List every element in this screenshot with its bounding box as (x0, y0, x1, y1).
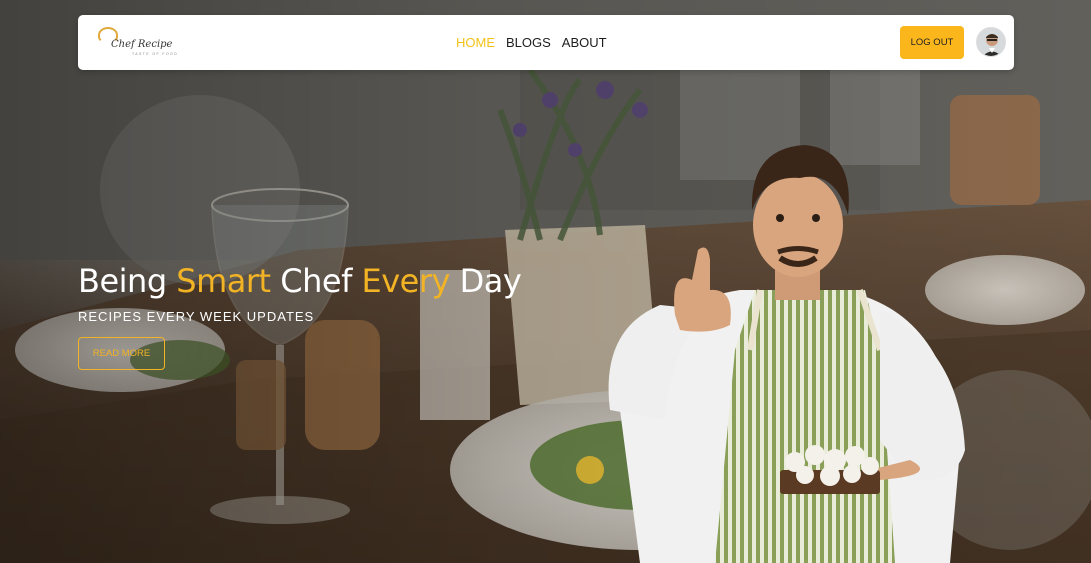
read-more-button[interactable]: READ MORE (78, 337, 165, 370)
brand-logo[interactable]: Chef Recipe TASTE OF FOOD (98, 25, 178, 59)
headline-highlight-word: Smart (176, 262, 271, 300)
nav-link-home[interactable]: HOME (456, 35, 495, 50)
headline-highlight-word: Every (361, 262, 451, 300)
headline-word: Chef (280, 262, 352, 300)
logout-button[interactable]: LOG OUT (900, 26, 964, 59)
headline-word: Day (459, 262, 522, 300)
top-navbar: Chef Recipe TASTE OF FOOD HOME BLOGS ABO… (78, 15, 1014, 70)
chef-photo (608, 145, 965, 563)
nav-link-about[interactable]: ABOUT (562, 35, 607, 50)
hero-section: Chef Recipe TASTE OF FOOD HOME BLOGS ABO… (0, 0, 1091, 563)
hero-headline: Being Smart Chef Every Day (78, 262, 522, 300)
avatar-person-icon (977, 28, 1005, 56)
hero-subheadline: RECIPES EVERY WEEK UPDATES (78, 309, 315, 324)
main-nav: HOME BLOGS ABOUT (456, 35, 607, 50)
brand-tagline: TASTE OF FOOD (132, 52, 179, 56)
nav-link-blogs[interactable]: BLOGS (506, 35, 551, 50)
headline-word: Being (78, 262, 167, 300)
brand-name: Chef Recipe (111, 39, 173, 50)
user-avatar[interactable] (976, 27, 1006, 57)
